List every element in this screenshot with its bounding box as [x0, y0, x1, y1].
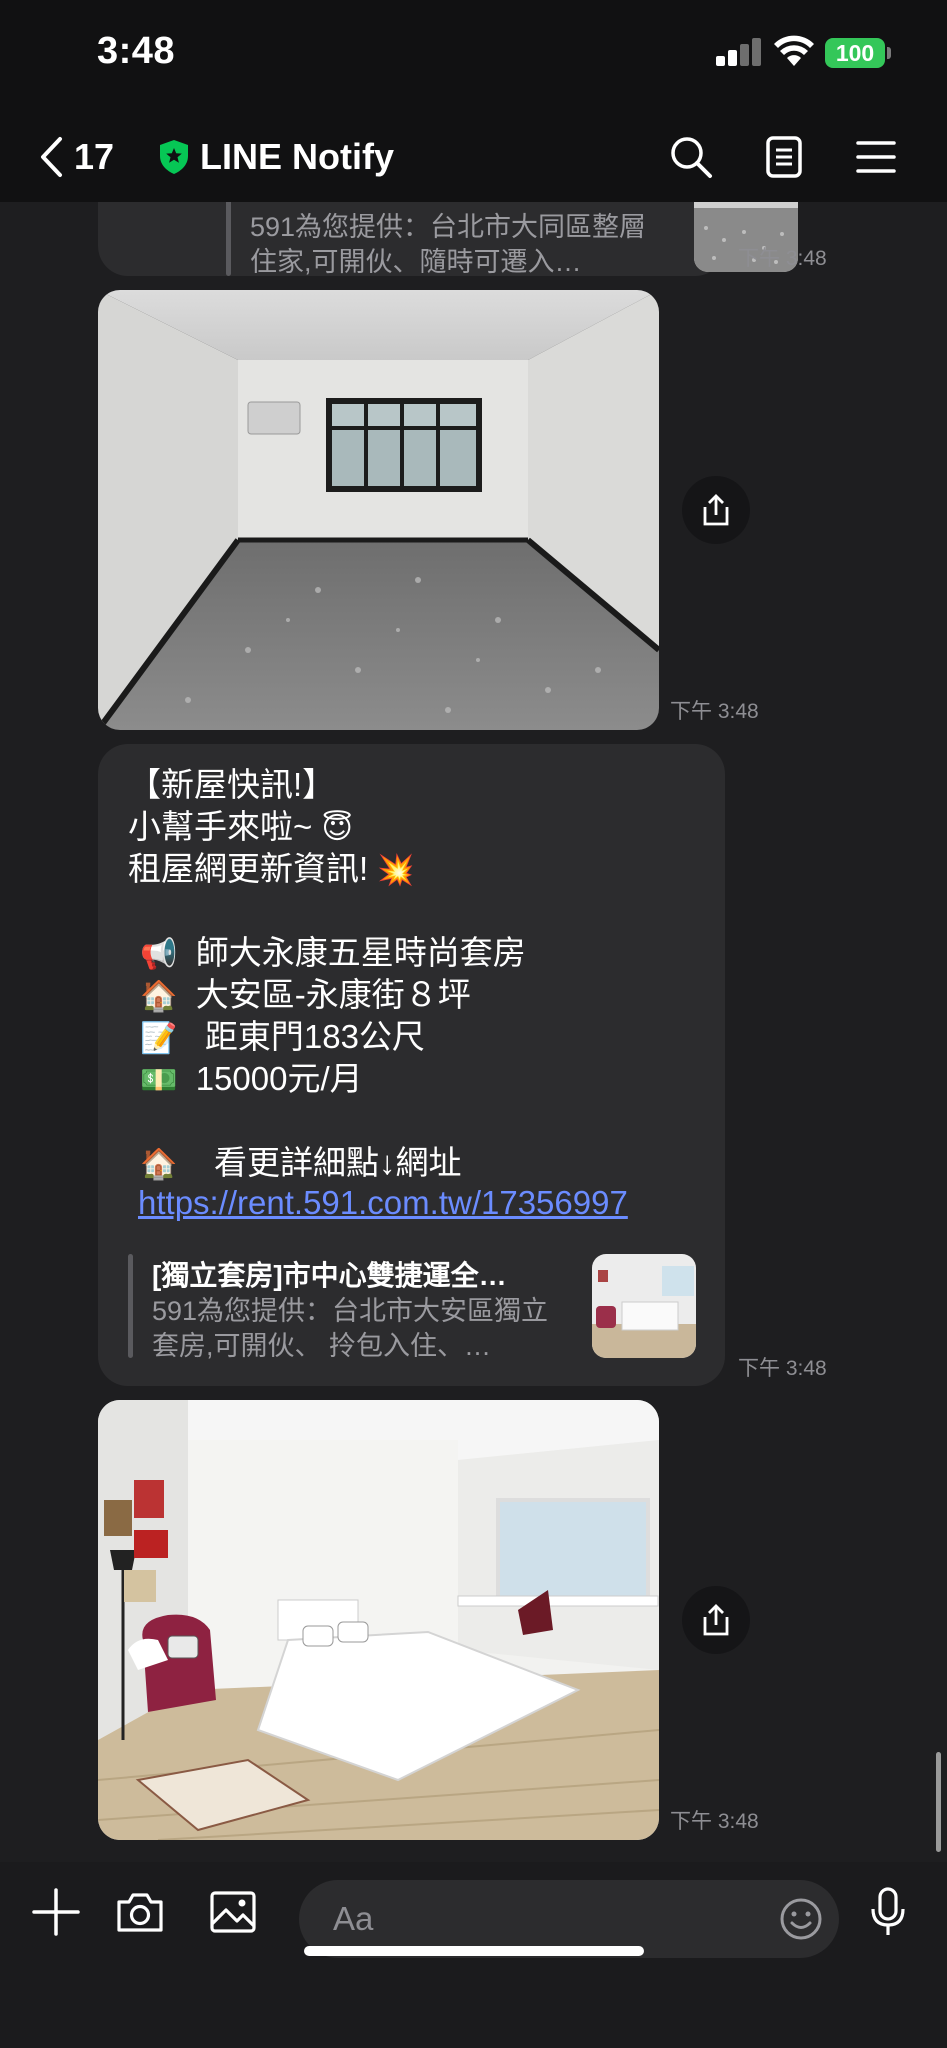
battery-icon: 100 [825, 38, 885, 68]
status-time: 3:48 [97, 30, 176, 72]
scroll-indicator[interactable] [936, 1752, 941, 1852]
share-button[interactable] [682, 1586, 750, 1654]
more-info-text: 看更詳細點↓網址 [195, 1144, 462, 1181]
room-photo-1[interactable] [98, 290, 659, 730]
image-icon [210, 1891, 256, 1933]
listing-distance: 距東門183公尺 [195, 1018, 425, 1055]
menu-icon [856, 141, 896, 173]
notes-button[interactable] [757, 130, 811, 184]
link-preview-previous[interactable]: 591為您提供：台北市大同區整層住家,可開伙、隨時可遷入… [226, 202, 798, 292]
camera-button[interactable] [110, 1882, 170, 1942]
preview-bar [226, 202, 231, 276]
listing-title: 師大永康五星時尚套房 [195, 934, 526, 971]
message-time: 下午 3:48 [738, 1357, 827, 1380]
house-icon: 🏠 [140, 980, 178, 1013]
message-input-placeholder: Aa [333, 1900, 374, 1937]
link-preview[interactable]: [獨立套房]市中心雙捷運全… 591為您提供：台北市大安區獨立套房,可開伙、 拎… [128, 1254, 696, 1361]
listing-area-row: 🏠 大安區-永康街８坪 [140, 974, 471, 1018]
preview-description: 591為您提供：台北市大同區整層住家,可開伙、隨時可遷入… [250, 212, 647, 277]
message-time: 下午 3:48 [738, 247, 827, 270]
cellular-signal-icon [716, 38, 762, 66]
chat-screen: 3:48 100 17 LINE Notify 591為您提供：台北市大同區整層… [0, 0, 947, 2048]
wifi-icon [774, 35, 814, 66]
more-info-row: 🏠 看更詳細點↓網址 [140, 1142, 462, 1186]
notice-line-1: 【新屋快訊!】 [128, 766, 336, 803]
back-button[interactable]: 17 [38, 130, 114, 184]
verified-shield-icon [160, 140, 188, 174]
house-icon: 🏠 [140, 1148, 178, 1181]
message-time: 下午 3:48 [670, 700, 759, 723]
message-bubble-previous[interactable]: 591為您提供：台北市大同區整層住家,可開伙、隨時可遷入… [98, 202, 798, 277]
chat-header: 17 LINE Notify [0, 110, 947, 202]
listing-price-row: 💵 15000元/月 [140, 1058, 363, 1102]
battery-cap [887, 47, 891, 59]
microphone-icon [871, 1887, 905, 1935]
chevron-left-icon [41, 137, 62, 177]
preview-description: 591為您提供：台北市大安區獨立套房,可開伙、 拎包入住、… [152, 1296, 549, 1361]
share-icon [703, 1604, 729, 1636]
preview-title: [獨立套房]市中心雙捷運全… [152, 1260, 507, 1291]
plus-icon [32, 1888, 80, 1936]
emoji-icon[interactable] [779, 1897, 823, 1941]
empty-room-image [98, 290, 659, 730]
camera-icon [117, 1893, 163, 1932]
preview-bar [128, 1254, 133, 1358]
listing-link[interactable]: https://rent.591.com.tw/17356997 [138, 1184, 628, 1222]
listing-price: 15000元/月 [195, 1060, 363, 1097]
home-indicator [304, 1946, 644, 1956]
voice-button[interactable] [858, 1882, 918, 1942]
collision-emoji: 💥 [377, 854, 415, 887]
listing-distance-row: 📝 距東門183公尺 [140, 1016, 425, 1060]
add-button[interactable] [26, 1882, 86, 1942]
status-bar: 3:48 100 [0, 0, 947, 110]
message-list[interactable]: 591為您提供：台北市大同區整層住家,可開伙、隨時可遷入… 下午 3:48 下午… [0, 202, 947, 1862]
message-time: 下午 3:48 [670, 1810, 759, 1833]
notes-icon [766, 136, 802, 178]
search-icon [671, 137, 712, 178]
listing-area: 大安區-永康街８坪 [195, 976, 471, 1013]
notice-line-3: 租屋網更新資訊! 💥 [128, 848, 415, 892]
money-icon: 💵 [140, 1064, 178, 1097]
gallery-button[interactable] [203, 1882, 263, 1942]
notice-line-2-text: 小幫手來啦~ [128, 808, 313, 845]
memo-icon: 📝 [140, 1022, 178, 1055]
notice-line-3-text: 租屋網更新資訊! [128, 850, 369, 887]
share-button[interactable] [682, 476, 750, 544]
unread-count: 17 [74, 136, 115, 177]
share-icon [703, 494, 729, 526]
furnished-room-image [98, 1400, 659, 1840]
chat-title[interactable]: LINE Notify [158, 132, 394, 182]
preview-thumbnail [592, 1254, 696, 1358]
room-photo-2[interactable] [98, 1400, 659, 1840]
notice-line-2: 小幫手來啦~ 😇 [128, 806, 353, 850]
megaphone-icon: 📢 [140, 938, 178, 971]
smiling-angel-emoji: 😇 [321, 812, 353, 845]
search-button[interactable] [664, 130, 718, 184]
chat-title-text: LINE Notify [200, 136, 394, 177]
listing-title-row: 📢 師大永康五星時尚套房 [140, 932, 526, 976]
menu-button[interactable] [849, 130, 903, 184]
